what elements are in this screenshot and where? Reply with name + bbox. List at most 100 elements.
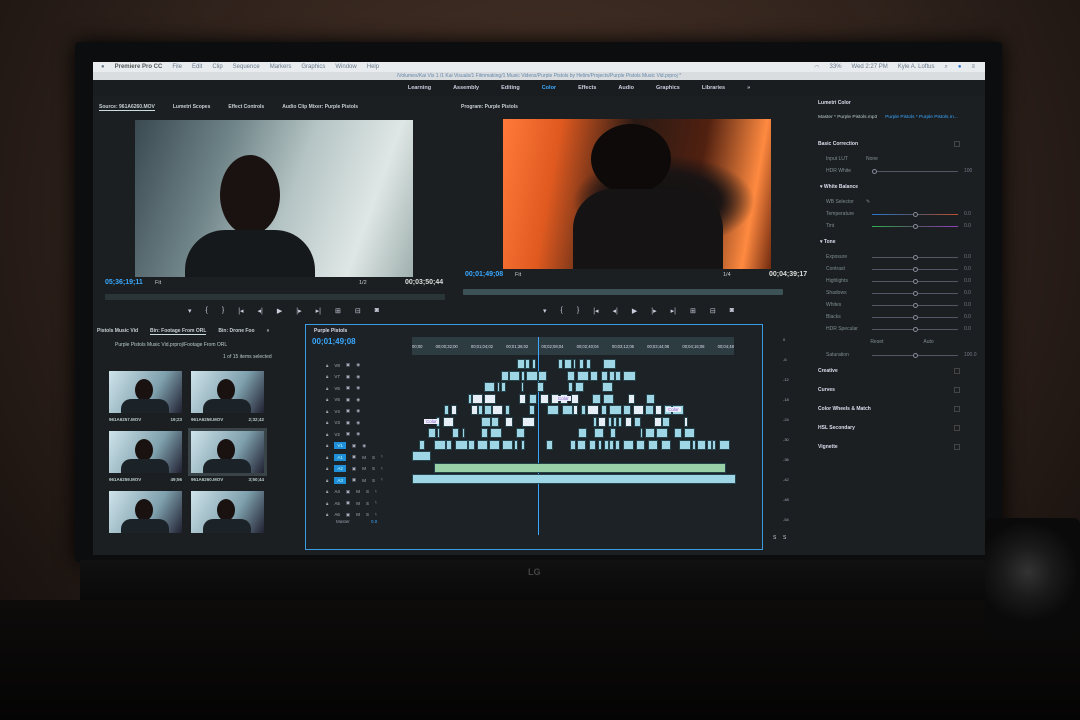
video-clip[interactable] [518,393,526,404]
track-name[interactable]: V7 [334,374,340,379]
eye-icon[interactable]: ◉ [362,443,366,449]
mic-icon[interactable]: ♮ [375,512,377,518]
more-tabs[interactable]: » [267,328,270,335]
slider-value[interactable]: 0.0 [964,254,978,260]
video-clip[interactable] [505,416,513,427]
video-clip[interactable] [627,393,636,404]
go-to-out-button[interactable]: ▸| [671,307,676,315]
video-clip[interactable] [490,428,502,438]
video-clip[interactable] [561,405,573,415]
video-clip[interactable] [660,439,671,450]
checkbox[interactable] [954,386,960,393]
video-clip[interactable] [461,428,466,438]
video-clip[interactable] [597,439,602,450]
video-clip[interactable] [500,382,507,392]
video-clip[interactable] [522,416,536,427]
track-name[interactable]: V1 [334,442,346,449]
video-clip[interactable] [684,416,689,427]
tab-effect-controls[interactable]: Effect Controls [228,104,264,111]
menu-graphics[interactable]: Graphics [301,64,325,70]
video-clip[interactable] [451,405,458,415]
menu-help[interactable]: Help [367,64,379,70]
toggle-sync-icon[interactable]: ▣ [346,385,350,391]
eye-icon[interactable]: ◉ [356,374,360,380]
video-clip[interactable] [603,359,616,369]
tab-audio-clip-mixer[interactable]: Audio Clip Mixer: Purple Pistols [282,104,358,111]
video-clip[interactable] [639,428,643,438]
video-clip[interactable] [521,370,526,381]
video-clip[interactable] [586,405,600,415]
lock-icon[interactable]: 🔒︎ [326,512,328,517]
source-scrubber[interactable] [105,294,445,300]
section-white-balance[interactable]: ▾ White Balance [818,177,978,196]
lock-icon[interactable]: 🔒︎ [326,409,328,414]
source-fit-select[interactable]: Fit [155,280,161,286]
saturation-value[interactable]: 100.0 [964,352,978,358]
timeline-ruler[interactable]: 00;00 00;00;32;00 00;01;04;02 00;01;36;02 00… [412,337,734,355]
export-frame-button[interactable]: ◙ [375,307,379,315]
clip-thumbnail[interactable] [188,428,267,476]
marker-button[interactable]: ▾ [188,307,192,315]
lock-icon[interactable]: 🔒︎ [326,420,328,425]
video-clip[interactable] [654,416,662,427]
track-name[interactable]: A6 [334,512,340,517]
slider[interactable] [872,211,958,217]
video-clip[interactable] [576,439,586,450]
video-clip[interactable] [492,405,503,415]
lumetri-section[interactable]: Color Wheels & Match [818,399,978,418]
eye-icon[interactable]: ◉ [356,408,360,414]
video-clip[interactable] [428,428,436,438]
slider-value[interactable]: 0.0 [964,290,978,296]
audio-clip[interactable] [412,474,736,484]
toggle-sync-icon[interactable]: ▣ [346,397,350,403]
lock-icon[interactable]: 🔒︎ [326,455,328,460]
mic-icon[interactable]: ♮ [381,454,383,460]
video-clip[interactable] [654,405,662,415]
mute-button[interactable]: M [362,466,366,471]
toggle-sync-icon[interactable]: ▣ [352,454,356,460]
toggle-sync-icon[interactable]: ▣ [346,500,350,506]
menu-edit[interactable]: Edit [192,64,202,70]
video-clip[interactable] [622,405,632,415]
mark-in-button[interactable]: { [206,307,208,315]
step-back-button[interactable]: ◂| [613,307,618,315]
lumetri-section[interactable]: HSL Secondary [818,418,978,437]
lock-icon[interactable]: 🔒︎ [326,478,328,483]
lock-icon[interactable]: 🔒︎ [326,397,328,402]
video-clip[interactable] [470,405,478,415]
video-clip[interactable] [593,428,605,438]
battery-status[interactable]: 33% [830,64,842,71]
slider-value[interactable]: 0.0 [964,326,978,332]
lock-icon[interactable]: 🔒︎ [326,443,328,448]
track-name[interactable]: V3 [334,420,340,425]
video-clip[interactable] [636,439,646,450]
video-clip[interactable] [529,405,536,415]
lumetri-section[interactable]: Curves [818,380,978,399]
video-clip[interactable] [718,439,730,450]
app-menu[interactable]: Premiere Pro CC [115,64,163,70]
toggle-sync-icon[interactable]: ▣ [346,489,350,495]
video-clip[interactable] [514,439,518,450]
toggle-sync-icon[interactable]: ▣ [352,466,356,472]
solo-button[interactable]: S [372,478,375,483]
video-clip[interactable] [601,405,608,415]
clip-thumbnail[interactable] [109,491,182,533]
slider[interactable] [872,278,958,284]
video-clip[interactable] [592,416,597,427]
menu-sequence[interactable]: Sequence [233,64,260,70]
video-clip[interactable] [601,382,614,392]
video-clip[interactable] [509,370,521,381]
slider-value[interactable]: 0.0 [964,278,978,284]
workspace-more[interactable]: » [747,85,750,91]
video-clip[interactable] [468,439,475,450]
mute-button[interactable]: M [356,512,360,517]
video-clip[interactable] [712,439,717,450]
lock-icon[interactable]: 🔒︎ [326,374,328,379]
track-name[interactable]: A2 [334,465,346,472]
video-clip[interactable] [586,359,592,369]
section-tone[interactable]: ▾ Tone [818,232,978,251]
video-clip[interactable] [609,405,622,415]
go-to-in-button[interactable]: |◂ [593,307,598,315]
workspace-graphics[interactable]: Graphics [656,85,680,91]
video-clip[interactable] [520,439,526,450]
